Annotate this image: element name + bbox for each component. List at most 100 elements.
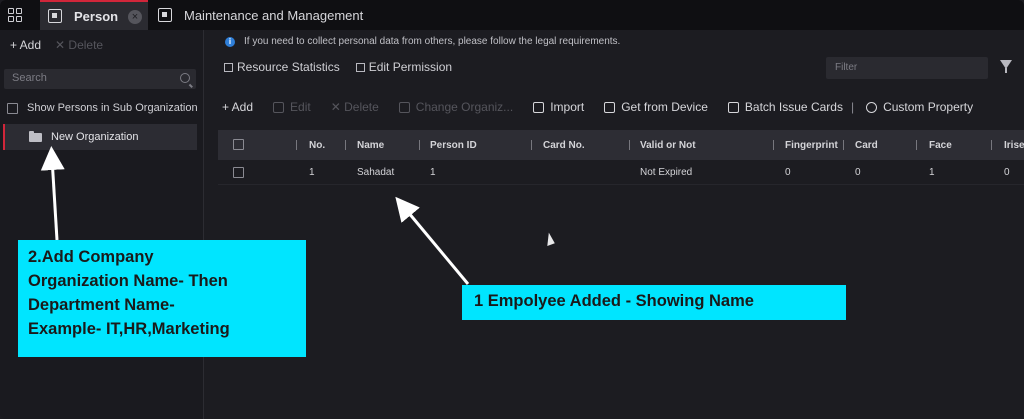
get-from-device-button[interactable]: Get from Device [604, 100, 708, 114]
person-card-icon [48, 9, 62, 23]
custom-property-button[interactable]: Custom Property [866, 100, 973, 114]
import-icon [533, 101, 545, 113]
tab-maintenance[interactable]: Maintenance and Management [158, 0, 398, 30]
column-header-fingerprint[interactable]: Fingerprint [785, 130, 838, 160]
show-sub-org-label: Show Persons in Sub Organization [27, 102, 198, 114]
cell-iris: 0 [1004, 166, 1010, 178]
cell-face: 1 [929, 166, 935, 178]
table-row[interactable]: 1 Sahadat 1 Not Expired 0 0 1 0 [218, 160, 1024, 185]
change-organization-button[interactable]: Change Organiz... [398, 100, 514, 114]
edit-icon [273, 101, 285, 113]
top-bar: Person × Maintenance and Management [0, 0, 1024, 30]
column-header-person-id[interactable]: Person ID [430, 130, 477, 160]
org-tree-item-new-organization[interactable]: New Organization [3, 124, 197, 150]
cell-fingerprint: 0 [785, 166, 791, 178]
person-move-icon [398, 101, 410, 113]
edit-person-button[interactable]: Edit [273, 100, 311, 114]
arrow-to-employee-name [395, 196, 470, 285]
permission-icon [355, 63, 365, 72]
batch-issue-cards-label: Batch Issue Cards [744, 100, 843, 114]
cell-person-id: 1 [430, 166, 436, 178]
edit-permission-label: Edit Permission [368, 60, 453, 74]
app-grid-icon[interactable] [8, 8, 22, 22]
import-button[interactable]: Import [533, 100, 584, 114]
add-person-button[interactable]: + Add [222, 100, 253, 114]
org-item-label: New Organization [51, 131, 139, 143]
info-icon: i [225, 36, 235, 47]
tab-person-label: Person [74, 8, 119, 24]
annotation-add-organization: 2.Add Company Organization Name- Then De… [18, 240, 306, 357]
change-organization-label: Change Organiz... [415, 100, 514, 114]
column-header-face[interactable]: Face [929, 130, 952, 160]
org-toolbar: + Add ✕ Delete [10, 38, 103, 52]
resource-statistics-label: Resource Statistics [237, 60, 340, 74]
column-header-iris[interactable]: Irise [1004, 130, 1024, 160]
statistics-icon [224, 63, 233, 72]
annotation-line-2: Organization Name- Then [28, 272, 228, 290]
annotation-employee-text: 1 Empolyee Added - Showing Name [474, 292, 754, 310]
cell-valid: Not Expired [640, 166, 693, 178]
close-icon[interactable]: × [128, 10, 142, 24]
column-header-card[interactable]: Card [855, 130, 878, 160]
column-separator [773, 140, 774, 150]
delete-organization-button[interactable]: ✕ Delete [55, 38, 103, 52]
import-label: Import [550, 100, 585, 114]
annotation-line-4: Example- IT,HR,Marketing [28, 320, 230, 338]
cell-name: Sahadat [357, 166, 395, 178]
column-header-name[interactable]: Name [357, 130, 384, 160]
add-person-label: + Add [222, 100, 254, 114]
annotation-employee-added: 1 Empolyee Added - Showing Name [462, 285, 846, 320]
search-icon[interactable] [180, 73, 190, 83]
tab-maintenance-label: Maintenance and Management [184, 7, 364, 23]
cell-card: 0 [855, 166, 861, 178]
custom-property-label: Custom Property [883, 100, 974, 114]
column-header-valid[interactable]: Valid or Not [640, 130, 696, 160]
card-icon [727, 101, 739, 113]
column-header-no[interactable]: No. [309, 130, 325, 160]
delete-person-label: ✕ Delete [330, 100, 379, 114]
batch-issue-cards-button[interactable]: Batch Issue Cards [727, 100, 843, 114]
add-organization-button[interactable]: + Add [10, 38, 41, 52]
column-separator [843, 140, 844, 150]
filter-placeholder: Filter [835, 62, 858, 73]
tab-person[interactable]: Person × [40, 0, 148, 30]
column-separator [419, 140, 420, 150]
delete-person-button[interactable]: ✕ Delete [331, 100, 379, 114]
search-input[interactable]: Search [4, 69, 196, 89]
annotation-line-1: 2.Add Company [28, 248, 154, 266]
table-header: No. Name Person ID Card No. Valid or Not… [218, 130, 1024, 160]
mouse-cursor [543, 231, 555, 247]
show-sub-org-checkbox[interactable]: Show Persons in Sub Organization [7, 102, 198, 114]
edit-person-label: Edit [290, 100, 311, 114]
column-separator [296, 140, 297, 150]
toolbar-separator: | [850, 100, 855, 114]
maintenance-icon [158, 8, 172, 22]
device-icon [604, 101, 616, 113]
column-separator [916, 140, 917, 150]
checkbox-icon[interactable] [7, 102, 18, 114]
search-placeholder: Search [12, 72, 47, 84]
person-toolbar: + Add Edit ✕ Delete Change Organiz... Im… [222, 98, 1024, 116]
resource-statistics-button[interactable]: Resource Statistics [224, 60, 340, 74]
funnel-icon[interactable] [1000, 60, 1012, 73]
column-separator [991, 140, 992, 150]
sub-actions: Resource Statistics Edit Permission [224, 60, 452, 74]
column-separator [531, 140, 532, 150]
annotation-line-3: Department Name- [28, 296, 175, 314]
organization-panel: + Add ✕ Delete Search Show Persons in Su… [0, 30, 204, 419]
folder-icon [29, 130, 42, 142]
get-from-device-label: Get from Device [621, 100, 708, 114]
filter-input[interactable]: Filter [826, 57, 988, 79]
edit-permission-button[interactable]: Edit Permission [355, 60, 453, 74]
legal-notice-text: If you need to collect personal data fro… [244, 36, 621, 47]
person-table: No. Name Person ID Card No. Valid or Not… [218, 130, 1024, 185]
legal-notice: i If you need to collect personal data f… [225, 36, 620, 47]
column-header-card-no[interactable]: Card No. [543, 130, 585, 160]
gear-icon [866, 101, 878, 113]
column-separator [345, 140, 346, 150]
cell-no: 1 [309, 166, 315, 178]
select-all-checkbox[interactable] [233, 139, 244, 150]
app-window: Person × Maintenance and Management + Ad… [0, 0, 1024, 419]
column-separator [629, 140, 630, 150]
row-checkbox[interactable] [233, 167, 244, 178]
